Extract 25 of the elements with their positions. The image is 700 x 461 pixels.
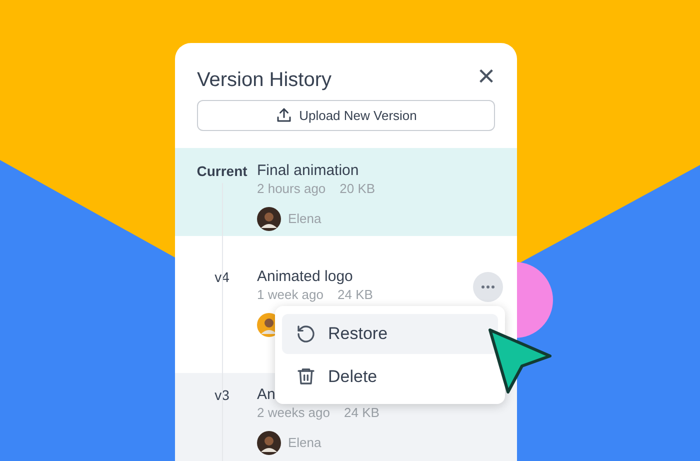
version-title: Final animation [257,161,360,181]
author-name: Elena [288,434,322,452]
file-size: 24 KB [344,405,380,421]
version-label: Current [196,162,248,181]
more-button[interactable] [473,272,503,302]
file-size: 20 KB [340,181,376,197]
upload-icon [275,106,294,124]
version-title: Animated logo [257,267,354,287]
cursor-icon [486,326,554,396]
file-size: 24 KB [338,287,373,303]
version-title: An [257,385,276,405]
version-row[interactable]: Current Final animation 2 hours ago 20 KB Elena [175,148,517,236]
upload-button[interactable]: Upload New Version [197,100,495,131]
restore-icon [296,324,316,344]
more-icon [481,285,495,289]
version-time: 1 week ago [257,287,324,303]
trash-icon [296,366,316,386]
version-time: 2 hours ago [257,181,326,197]
panel-title: Version History [197,68,332,94]
version-label: v3 [214,386,230,405]
close-button[interactable]: × [477,62,495,92]
version-time: 2 weeks ago [257,405,330,421]
author-name: Elena [288,210,322,228]
menu-item[interactable]: Restore [282,314,498,354]
version-label: v4 [214,268,230,287]
